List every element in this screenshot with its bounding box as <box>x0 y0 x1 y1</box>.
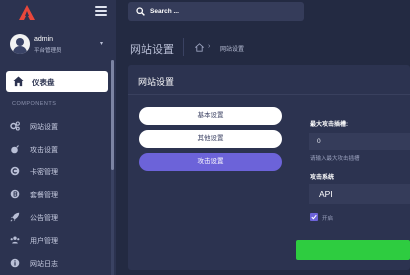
sidebar-item-package-management[interactable]: 套餐管理 <box>10 186 106 202</box>
search-icon[interactable] <box>136 7 145 16</box>
sidebar-item-label: 卡密管理 <box>30 169 58 176</box>
sidebar-item-site-logs[interactable]: 网站日志 <box>10 255 106 271</box>
sidebar-item-label: 攻击设置 <box>30 147 58 154</box>
sidebar-item-attack-settings[interactable]: 攻击设置 <box>10 141 106 157</box>
sidebar: admin 平台管理员 ▾ 仪表盘 COMPONENTS 网站设置 攻击设置 卡… <box>0 0 116 275</box>
sidebar-item-announcement-management[interactable]: 公告管理 <box>10 209 106 225</box>
section-title: COMPONENTS <box>12 101 57 107</box>
sidebar-item-card-management[interactable]: 卡密管理 <box>10 163 106 179</box>
logo-icon[interactable] <box>19 5 35 20</box>
bitcoin-icon <box>10 189 20 199</box>
attack-system-select[interactable]: API <box>309 184 410 204</box>
sidebar-item-user-management[interactable]: 用户管理 <box>10 232 106 248</box>
chevron-down-icon[interactable]: ▾ <box>100 40 103 47</box>
gears-icon <box>10 121 20 131</box>
max-attack-help: 请输入最大攻击插槽 <box>310 156 360 162</box>
profile-role: 平台管理员 <box>34 48 62 54</box>
sidebar-item-label: 公告管理 <box>30 215 58 222</box>
home-icon <box>13 76 24 87</box>
sidebar-item-dashboard[interactable]: 仪表盘 <box>6 71 108 92</box>
sidebar-item-label: 网站日志 <box>30 261 58 268</box>
max-attack-label: 最大攻击插槽: <box>310 122 348 128</box>
hamburger-line <box>95 10 107 12</box>
copyright-icon <box>10 166 20 176</box>
sidebar-item-label: 仪表盘 <box>32 78 55 87</box>
check-icon <box>311 214 317 220</box>
avatar-body <box>13 46 27 54</box>
enable-checkbox-label: 开启 <box>322 216 334 222</box>
sidebar-item-label: 网站设置 <box>30 124 58 131</box>
profile-name: admin <box>34 36 54 43</box>
divider <box>128 94 410 95</box>
tab-attack-settings[interactable]: 攻击设置 <box>139 153 282 171</box>
chevron-right-icon: › <box>208 43 211 50</box>
hamburger-line <box>95 6 107 8</box>
tab-basic-settings[interactable]: 基本设置 <box>139 107 282 125</box>
max-attack-input[interactable] <box>309 133 410 150</box>
enable-checkbox[interactable] <box>310 213 318 221</box>
users-icon <box>10 236 20 244</box>
scrollbar-thumb[interactable] <box>111 60 114 170</box>
bomb-icon <box>11 145 19 154</box>
sidebar-item-label: 用户管理 <box>30 238 58 245</box>
rocket-icon <box>10 212 20 222</box>
search-bar <box>128 2 304 21</box>
info-icon <box>10 258 20 268</box>
home-icon[interactable] <box>195 43 204 52</box>
tab-other-settings[interactable]: 其他设置 <box>139 130 282 148</box>
page-title: 网站设置 <box>130 44 174 56</box>
sidebar-item-label: 套餐管理 <box>30 192 58 199</box>
sidebar-scrollbar[interactable] <box>111 60 114 275</box>
breadcrumb-current[interactable]: 网站设置 <box>220 44 244 53</box>
search-input[interactable] <box>150 5 300 18</box>
avatar <box>10 34 30 54</box>
menu-toggle-button[interactable] <box>95 6 107 16</box>
hamburger-line <box>95 14 107 16</box>
attack-system-value: API <box>319 189 333 199</box>
attack-system-label: 攻击系统 <box>310 175 335 181</box>
header-divider <box>183 38 184 56</box>
avatar-head <box>16 38 24 46</box>
submit-button[interactable] <box>296 240 410 260</box>
user-profile[interactable]: admin 平台管理员 ▾ <box>10 34 106 58</box>
brand-bar <box>0 0 116 24</box>
sidebar-item-site-settings[interactable]: 网站设置 <box>10 118 106 134</box>
card-title: 网站设置 <box>138 77 175 87</box>
